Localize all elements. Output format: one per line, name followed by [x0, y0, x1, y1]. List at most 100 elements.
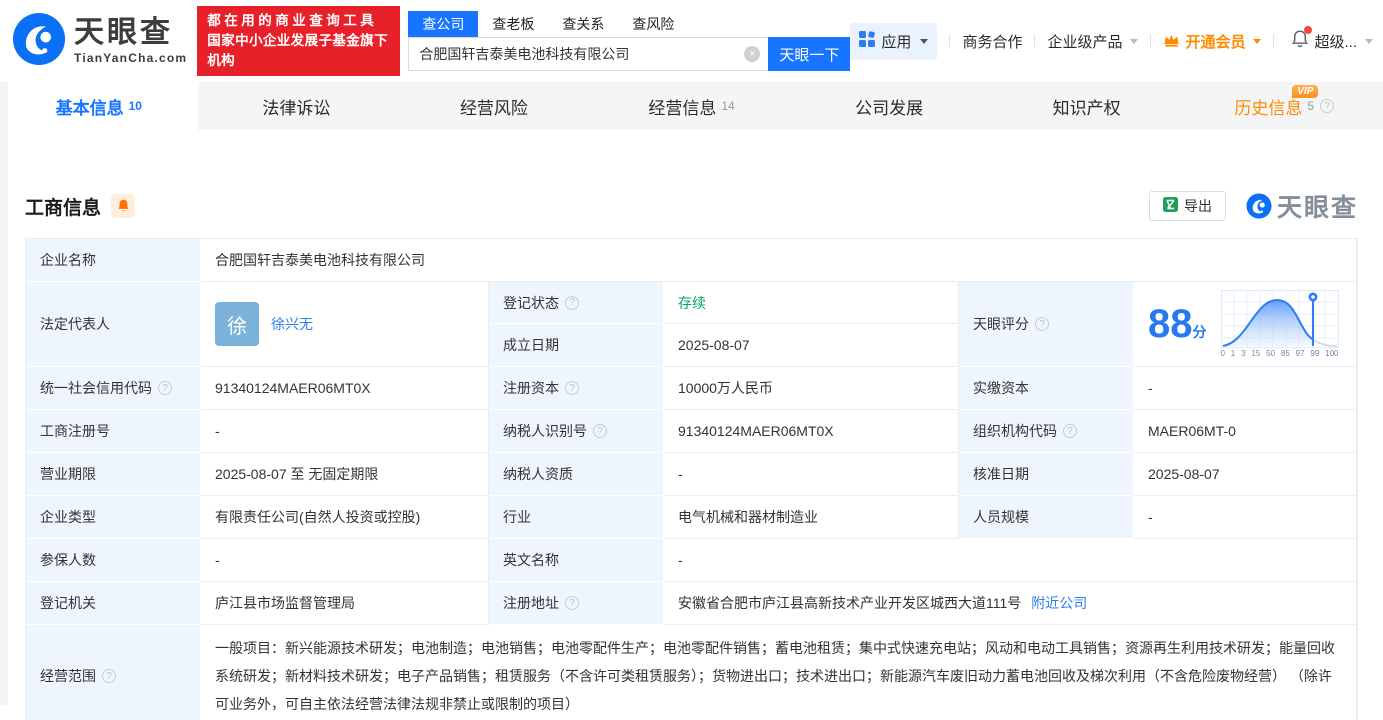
field-value-english-name: -: [664, 539, 1357, 582]
field-value-paid-capital: -: [1134, 367, 1357, 410]
notification-dot: [1304, 26, 1313, 34]
tab-intellectual-property[interactable]: 知识产权: [988, 82, 1186, 130]
field-value-reg-status: 存续: [664, 282, 959, 324]
export-button[interactable]: 导出: [1148, 191, 1226, 221]
field-label-industry: 行业: [489, 496, 664, 539]
tab-legal-proceedings[interactable]: 法律诉讼: [198, 82, 396, 130]
field-value-business-scope: 一般项目：新兴能源技术研发；电池制造；电池销售；电池零配件生产；电池零配件销售；…: [201, 625, 1357, 720]
field-label-address: 注册地址: [489, 582, 664, 625]
tianyancha-watermark-icon: [1246, 193, 1272, 219]
search-tabs: 查公司 查老板 查关系 查风险: [408, 11, 850, 37]
field-label-english-name: 英文名称: [489, 539, 664, 582]
field-value-staff-size: -: [1134, 496, 1357, 539]
score-unit: 分: [1192, 324, 1207, 340]
tianyancha-logo[interactable]: 天眼查 TianYanCha.com: [12, 12, 187, 71]
field-label-staff-size: 人员规模: [959, 496, 1134, 539]
search-tab-company[interactable]: 查公司: [408, 11, 479, 37]
brand-slogan-badge: 都在用的商业查询工具 国家中小企业发展子基金旗下机构: [197, 6, 401, 76]
field-label-reg-status: 登记状态: [489, 282, 664, 324]
help-icon[interactable]: [593, 424, 607, 438]
field-value-org-code: MAER06MT-0: [1134, 410, 1357, 453]
field-label-establish-date: 成立日期: [489, 324, 664, 367]
field-value-company-type: 有限责任公司(自然人投资或控股): [201, 496, 489, 539]
field-label-legal-rep: 法定代表人: [26, 282, 201, 367]
chevron-down-icon: [1130, 38, 1139, 44]
field-label-org-code: 组织机构代码: [959, 410, 1134, 453]
tab-company-development[interactable]: 公司发展: [790, 82, 988, 130]
divider: [1150, 34, 1152, 48]
help-icon[interactable]: [1063, 424, 1077, 438]
field-label-credit-code: 统一社会信用代码: [26, 367, 201, 410]
chevron-down-icon: [920, 38, 929, 44]
nav-business-cooperation[interactable]: 商务合作: [962, 31, 1022, 52]
field-value-business-term: 2025-08-07 至 无固定期限: [201, 453, 489, 496]
logo-name: 天眼查: [74, 15, 173, 49]
field-value-registry: 庐江县市场监督管理局: [201, 582, 489, 625]
field-value-industry: 电气机械和器材制造业: [664, 496, 959, 539]
site-header: 天眼查 TianYanCha.com 都在用的商业查询工具 国家中小企业发展子基…: [0, 0, 1383, 82]
crown-icon: [1163, 32, 1180, 51]
tab-operation-info[interactable]: 经营信息 14: [593, 82, 791, 130]
field-label-registry: 登记机关: [26, 582, 201, 625]
divider: [1034, 34, 1036, 48]
apps-label: 应用: [881, 33, 912, 51]
field-value-establish-date: 2025-08-07: [664, 324, 959, 367]
slogan-line-2: 国家中小企业发展子基金旗下机构: [207, 33, 388, 68]
field-label-tyc-score: 天眼评分: [959, 282, 1134, 367]
field-label-insured: 参保人数: [26, 539, 201, 582]
business-info-table: 企业名称 合肥国轩吉泰美电池科技有限公司 法定代表人 徐 徐兴无 登记状态 存续…: [25, 238, 1358, 720]
top-nav: 应用 商务合作 企业级产品 开通会员 超级...: [850, 22, 1373, 60]
help-icon[interactable]: [102, 669, 116, 683]
help-icon[interactable]: [565, 295, 579, 310]
divider: [949, 34, 951, 48]
search-tab-boss[interactable]: 查老板: [478, 11, 548, 37]
legal-rep-link[interactable]: 徐兴无: [271, 314, 313, 334]
score-distribution-chart: 0 1 3 15 50 85 97 99 100: [1220, 290, 1339, 358]
field-value-legal-rep: 徐 徐兴无: [201, 282, 489, 367]
field-label-company-type: 企业类型: [26, 496, 201, 539]
help-icon[interactable]: [565, 381, 579, 395]
slogan-line-1: 都在用的商业查询工具: [207, 13, 378, 28]
tianyancha-watermark: 天眼查: [1246, 188, 1358, 224]
tianyancha-logo-icon: [12, 12, 66, 71]
notification-bell-icon[interactable]: [1290, 26, 1313, 53]
left-gutter: [0, 82, 8, 705]
tab-history-info[interactable]: VIP 历史信息 5: [1185, 82, 1383, 130]
field-value-reg-number: -: [201, 410, 489, 453]
tab-basic-info[interactable]: 基本信息 10: [0, 82, 198, 130]
help-icon[interactable]: [1320, 99, 1335, 113]
nav-super-member[interactable]: 超级...: [1314, 31, 1373, 52]
apps-grid-icon: [859, 31, 876, 51]
search-area: 查公司 查老板 查关系 查风险 天眼一下: [408, 11, 851, 71]
business-info-header: 工商信息 导出 天眼查: [25, 188, 1358, 224]
chart-axis-ticks: 0 1 3 15 50 85 97 99 100: [1220, 349, 1339, 358]
search-tab-relation[interactable]: 查关系: [548, 11, 618, 37]
field-label-business-term: 营业期限: [26, 453, 201, 496]
field-label-reg-number: 工商注册号: [26, 410, 201, 453]
logo-domain: TianYanCha.com: [74, 50, 188, 65]
field-value-taxpayer-id: 91340124MAER06MT0X: [664, 410, 959, 453]
field-value-reg-capital: 10000万人民币: [664, 367, 959, 410]
divider: [1273, 34, 1275, 48]
help-icon[interactable]: [565, 596, 579, 610]
search-input[interactable]: [408, 37, 769, 71]
field-value-taxpayer-quality: -: [664, 453, 959, 496]
help-icon[interactable]: [158, 381, 172, 395]
apps-menu[interactable]: 应用: [850, 22, 938, 60]
search-tab-risk[interactable]: 查风险: [618, 11, 688, 37]
score-number: 88: [1148, 302, 1193, 346]
legal-rep-avatar[interactable]: 徐: [215, 302, 259, 346]
search-button[interactable]: 天眼一下: [768, 37, 851, 71]
field-value-company-name: 合肥国轩吉泰美电池科技有限公司: [201, 239, 1357, 282]
field-label-taxpayer-quality: 纳税人资质: [489, 453, 664, 496]
chevron-down-icon: [1365, 38, 1373, 44]
help-icon[interactable]: [1035, 317, 1049, 331]
field-value-approval-date: 2025-08-07: [1134, 453, 1357, 496]
subscribe-bell-icon[interactable]: [111, 194, 136, 218]
nav-open-vip[interactable]: 开通会员: [1163, 31, 1262, 52]
tab-operation-risk[interactable]: 经营风险: [395, 82, 593, 130]
nav-enterprise-products[interactable]: 企业级产品: [1047, 31, 1139, 52]
nearby-companies-link[interactable]: 附近公司: [1031, 593, 1087, 613]
field-label-business-scope: 经营范围: [26, 625, 201, 720]
field-value-insured: -: [201, 539, 489, 582]
